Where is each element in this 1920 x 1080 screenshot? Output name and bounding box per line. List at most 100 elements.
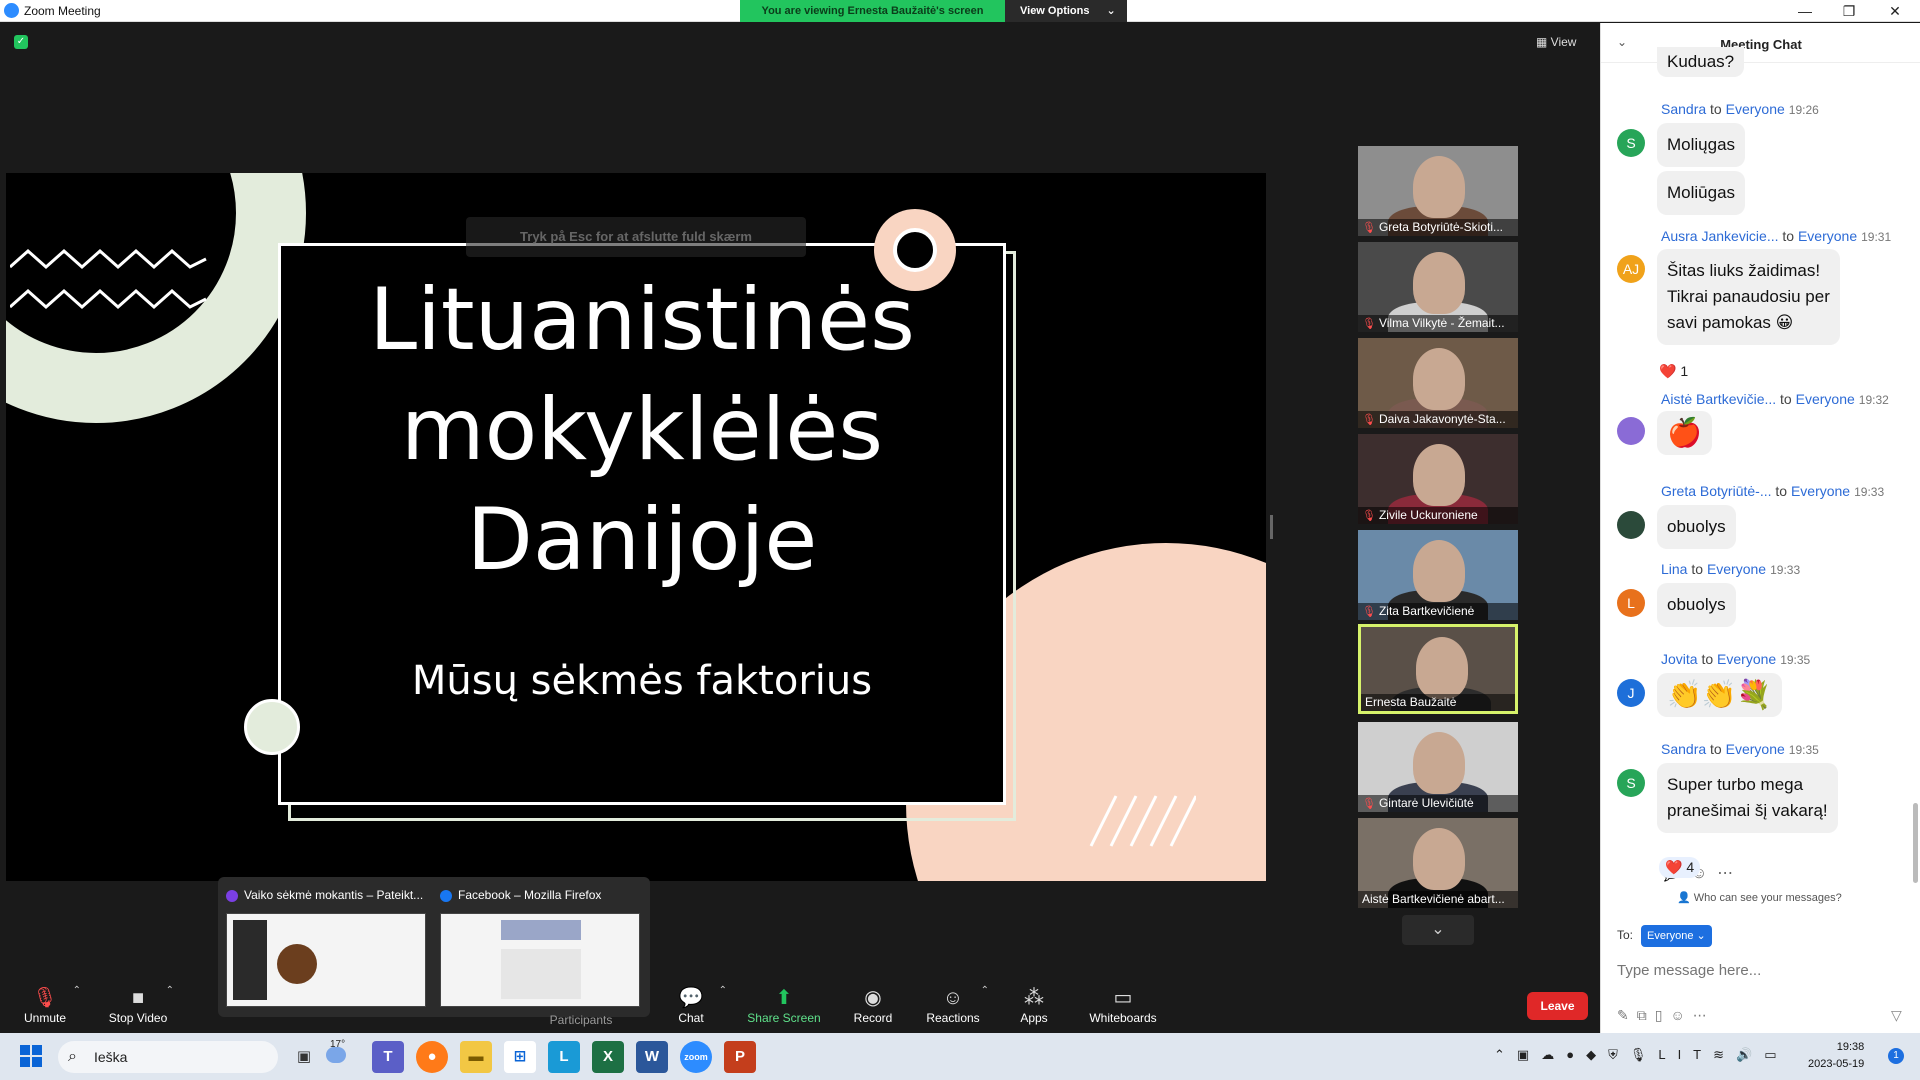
recipient-name[interactable]: Everyone xyxy=(1707,561,1766,577)
shield-tray-icon[interactable]: ◆ xyxy=(1586,1047,1608,1062)
sender-name[interactable]: Jovita xyxy=(1661,651,1698,667)
speaker-icon[interactable]: 🔊 xyxy=(1736,1047,1764,1062)
microphone-icon[interactable]: 🎙 xyxy=(1630,1047,1659,1062)
avatar[interactable]: J xyxy=(1617,679,1645,707)
whiteboards-button[interactable]: ▭ Whiteboards xyxy=(1083,985,1163,1025)
splitter-handle[interactable] xyxy=(1270,515,1273,539)
who-can-see-link[interactable]: 👤 Who can see your messages? xyxy=(1677,891,1842,904)
format-icon[interactable]: ✎ xyxy=(1617,1007,1637,1023)
sender-name[interactable]: Greta Botyriūtė-... xyxy=(1661,483,1771,499)
participant-tile[interactable]: Aistė Bartkevičienė abart... xyxy=(1358,818,1518,908)
store-icon[interactable]: ⊞ xyxy=(504,1041,536,1073)
excel-icon[interactable]: X xyxy=(592,1041,624,1073)
emoji-icon[interactable]: ☺ xyxy=(1670,1007,1692,1023)
apps-button[interactable]: ⁂ Apps xyxy=(994,985,1074,1025)
chevron-up-icon[interactable]: ⌃ xyxy=(719,985,727,996)
participant-tile[interactable]: 🎙 Daiva Jakavonytė-Sta... xyxy=(1358,338,1518,428)
recipient-name[interactable]: Everyone xyxy=(1791,483,1850,499)
recipient-name[interactable]: Everyone xyxy=(1796,391,1855,407)
reaction-count[interactable]: ❤️ 4 xyxy=(1659,857,1701,878)
word-icon[interactable]: W xyxy=(636,1041,668,1073)
chevron-up-icon[interactable]: ⌃ xyxy=(166,985,174,996)
participant-tile[interactable]: 🎙 Zivile Uckuroniene xyxy=(1358,434,1518,524)
recipient-name[interactable]: Everyone xyxy=(1726,741,1785,757)
chat-scrollbar[interactable] xyxy=(1913,803,1918,883)
teams-tray-icon[interactable]: ▣ xyxy=(1517,1047,1541,1062)
task-view-icon[interactable]: ▣ xyxy=(288,1041,320,1073)
share-screen-button[interactable]: ⬆ Share Screen xyxy=(744,985,824,1025)
leave-button[interactable]: Leave xyxy=(1527,992,1588,1020)
record-button[interactable]: ◉ Record xyxy=(833,985,913,1025)
windows-start-icon[interactable] xyxy=(20,1045,42,1067)
recipient-select[interactable]: Everyone ⌄ xyxy=(1641,925,1712,947)
sender-name[interactable]: Lina xyxy=(1661,561,1687,577)
recipient-name[interactable]: Everyone xyxy=(1726,101,1785,117)
security-icon[interactable]: ⛨ xyxy=(1608,1047,1630,1062)
participant-tile[interactable]: Ernesta Baužaitė xyxy=(1358,624,1518,714)
chevron-up-icon[interactable]: ⌃ xyxy=(981,985,989,996)
language-indicator[interactable]: LIT xyxy=(1658,1047,1713,1062)
zoom-tray-icon[interactable]: ● xyxy=(1566,1047,1586,1062)
taskbar-search[interactable]: ⌕ Ieška xyxy=(58,1041,278,1073)
reaction-count[interactable]: ❤️ 1 xyxy=(1659,363,1688,380)
sender-name[interactable]: Sandra xyxy=(1661,741,1706,757)
maximize-button[interactable]: ❐ xyxy=(1826,0,1872,22)
avatar[interactable]: AJ xyxy=(1617,255,1645,283)
participants-button[interactable]: Participants xyxy=(541,1013,621,1027)
minimize-button[interactable]: — xyxy=(1782,0,1828,22)
avatar[interactable]: S xyxy=(1617,129,1645,157)
participant-tile[interactable]: 🎙 Vilma Vilkytė - Žemait... xyxy=(1358,242,1518,332)
preview-window[interactable]: Vaiko sėkmė mokantis – Pateikt... xyxy=(226,885,426,1007)
chat-bubble[interactable]: obuolys xyxy=(1657,505,1736,549)
shield-icon[interactable]: ✓ xyxy=(14,35,28,49)
powerpoint-icon[interactable]: P xyxy=(724,1041,756,1073)
wifi-icon[interactable]: ≋ xyxy=(1713,1047,1736,1062)
avatar[interactable] xyxy=(1617,511,1645,539)
chat-bubble[interactable]: Šitas liuks žaidimas! Tikrai panaudosiu p… xyxy=(1657,249,1840,345)
recipient-name[interactable]: Everyone xyxy=(1717,651,1776,667)
more-icon[interactable]: ⋯ xyxy=(1717,865,1743,882)
avatar[interactable]: S xyxy=(1617,769,1645,797)
app-l-icon[interactable]: L xyxy=(548,1041,580,1073)
preview-window[interactable]: Facebook – Mozilla Firefox xyxy=(440,885,640,1007)
participant-tile[interactable]: 🎙 Zita Bartkevičienė xyxy=(1358,530,1518,620)
onedrive-icon[interactable]: ☁ xyxy=(1541,1047,1566,1062)
chevron-up-icon[interactable]: ⌃ xyxy=(73,985,81,996)
reactions-button[interactable]: ☺ ⌃ Reactions xyxy=(913,985,993,1025)
chevron-down-icon[interactable]: ⌄ xyxy=(1402,915,1474,945)
weather-cloud-icon[interactable] xyxy=(326,1047,346,1063)
chat-bubble[interactable]: 🍎 xyxy=(1657,411,1712,455)
avatar[interactable]: L xyxy=(1617,589,1645,617)
battery-icon[interactable]: ▭ xyxy=(1764,1047,1788,1062)
zoom-icon[interactable]: zoom xyxy=(680,1041,712,1073)
view-button[interactable]: ▦ View xyxy=(1536,32,1576,52)
sender-name[interactable]: Aistė Bartkevičie... xyxy=(1661,391,1776,407)
send-icon[interactable]: ▽ xyxy=(1891,1007,1902,1024)
avatar[interactable] xyxy=(1617,417,1645,445)
participant-tile[interactable]: 🎙 Greta Botyriūtė-Skioti... xyxy=(1358,146,1518,236)
participant-tile[interactable]: 🎙 Gintarė Ulevičiūtė xyxy=(1358,722,1518,812)
chat-message-input[interactable] xyxy=(1617,955,1907,985)
teams-icon[interactable]: T xyxy=(372,1041,404,1073)
chat-bubble[interactable]: Moliųgas xyxy=(1657,123,1746,167)
unmute-button[interactable]: 🎙 ⌃ Unmute xyxy=(5,985,85,1025)
firefox-icon[interactable]: ● xyxy=(416,1041,448,1073)
file-explorer-icon[interactable]: ▬ xyxy=(460,1041,492,1073)
chevron-up-icon[interactable]: ⌃ xyxy=(1494,1047,1517,1062)
chat-bubble[interactable]: Moliūgas xyxy=(1657,171,1746,215)
chat-bubble[interactable]: 👏👏💐 xyxy=(1657,673,1782,717)
chat-bubble[interactable]: Super turbo mega pranešimai šį vakarą! xyxy=(1657,763,1838,833)
close-button[interactable]: ✕ xyxy=(1872,0,1918,22)
sender-name[interactable]: Sandra xyxy=(1661,101,1706,117)
clock[interactable]: 19:38 2023-05-19 xyxy=(1808,1039,1864,1073)
sender-name[interactable]: Ausra Jankevicie... xyxy=(1661,228,1779,244)
chat-button[interactable]: 💬 ⌃ Chat xyxy=(651,985,731,1025)
stop-video-button[interactable]: ■ ⌃ Stop Video xyxy=(98,985,178,1025)
screenshot-icon[interactable]: ⧉ xyxy=(1637,1007,1655,1023)
more-icon[interactable]: ⋯ xyxy=(1693,1007,1715,1023)
notification-badge[interactable]: 1 xyxy=(1888,1048,1904,1064)
view-options-button[interactable]: View Options ⌄ xyxy=(1005,0,1127,22)
chat-bubble[interactable]: obuolys xyxy=(1657,583,1736,627)
file-icon[interactable]: ▯ xyxy=(1655,1007,1671,1023)
recipient-name[interactable]: Everyone xyxy=(1798,228,1857,244)
